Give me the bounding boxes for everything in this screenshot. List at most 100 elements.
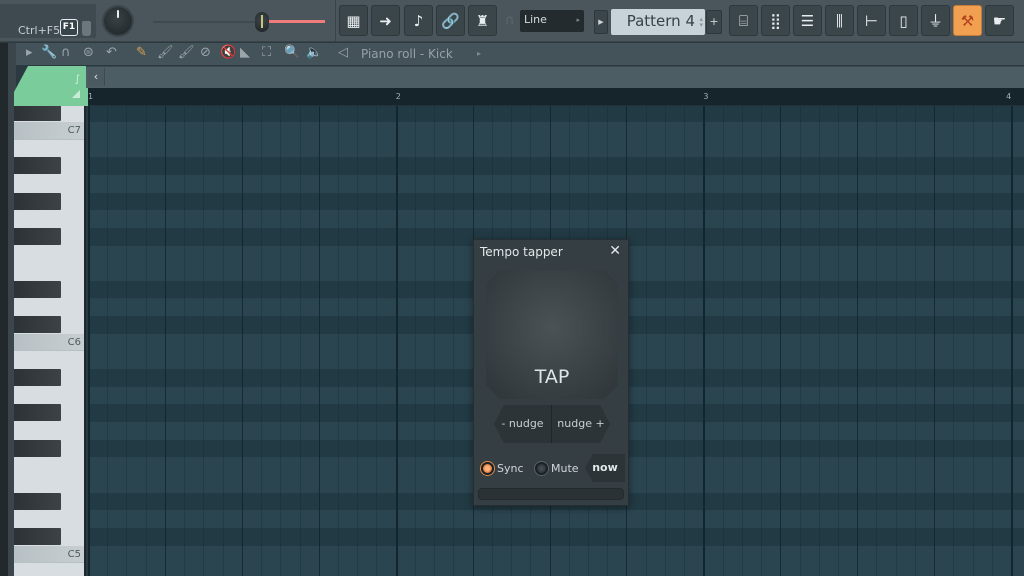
undo-icon[interactable]: ↶ — [106, 45, 117, 60]
tempo-tapper-dialog: Tempo tapper ✕ TAP - nudge nudge + Sync … — [473, 239, 629, 506]
step-icon: ♪ — [413, 11, 424, 30]
window-edge — [0, 43, 8, 576]
mixer-button[interactable]: ⫼ — [825, 5, 854, 36]
step-line — [664, 106, 666, 576]
slice-icon[interactable]: ◣ — [240, 45, 250, 60]
master-pitch-slider[interactable] — [153, 12, 325, 32]
snap-select[interactable]: Line ▸ — [520, 10, 584, 32]
step-button[interactable]: ♪ — [404, 5, 433, 36]
nudge-group: - nudge nudge + — [494, 405, 610, 443]
step-line — [414, 106, 416, 576]
pattern-name: Pattern 4 — [626, 12, 695, 30]
nudge-plus-button[interactable]: nudge + — [552, 405, 610, 443]
black-key[interactable] — [14, 227, 61, 245]
piano-roll-button[interactable]: ▦ — [339, 5, 368, 36]
tempo-tapper-icon: ⚒ — [960, 11, 975, 30]
plugin-plug-button[interactable]: ⏚ — [921, 5, 950, 36]
document-button[interactable]: ▯ — [889, 5, 918, 36]
mute-radio[interactable] — [535, 462, 548, 475]
step-line — [684, 106, 686, 576]
beat-line — [164, 106, 166, 576]
black-key[interactable] — [14, 492, 61, 510]
link-button[interactable]: 🔗 — [436, 5, 465, 36]
mute-icon[interactable]: 🔇 — [220, 45, 236, 60]
timeline-ruler[interactable]: 1 2 3 4 — [86, 88, 1024, 106]
pattern-selector[interactable]: Pattern 4 ▴ ▾ — [611, 9, 705, 35]
snap-magnet-icon: ∩ — [505, 13, 515, 28]
black-key[interactable] — [14, 439, 61, 457]
wrench-icon[interactable]: 🔧 — [41, 45, 57, 60]
step-line — [761, 106, 763, 576]
select-icon[interactable]: ⛶ — [262, 45, 271, 60]
grid-row — [88, 527, 1024, 546]
bar-line — [88, 106, 90, 576]
black-key[interactable] — [14, 527, 61, 545]
black-key[interactable] — [14, 157, 61, 175]
grid-row — [88, 139, 1024, 158]
black-key[interactable] — [14, 316, 61, 334]
black-key[interactable] — [14, 404, 61, 422]
beat-line — [241, 106, 243, 576]
beat-line — [934, 106, 936, 576]
pitch-handle[interactable] — [255, 12, 269, 32]
arrow-right-icon: ➜ — [379, 11, 392, 30]
metronome-hat-button[interactable]: ♜ — [468, 5, 497, 36]
main-toolbar: Ctrl+F5 F1 ▦ ➜ ♪ 🔗 ♜ ∩ Line ▸ ▶ Pattern 4 ▴ ▾… — [0, 0, 1024, 42]
browser-tree-button[interactable]: ⊢ — [857, 5, 886, 36]
piano-keyboard[interactable]: C7 C6 C5 — [14, 106, 86, 576]
tap-label: TAP — [534, 366, 570, 388]
ruler-bar-label: 3 — [703, 92, 709, 101]
channel-color-tab[interactable]: ∫ — [14, 66, 86, 106]
black-key[interactable] — [14, 192, 61, 210]
mixer-list-button[interactable]: ☰ — [793, 5, 822, 36]
step-line — [184, 106, 186, 576]
pencil-icon[interactable]: ✎ — [136, 45, 147, 60]
close-icon[interactable]: ✕ — [609, 243, 621, 259]
snap-select-value: Line — [524, 13, 547, 26]
black-key[interactable] — [14, 106, 61, 122]
paint-brush-alt-icon[interactable]: 🖌 — [178, 45, 195, 60]
beat-line — [780, 106, 782, 576]
piano-roll-icon: ▦ — [346, 11, 361, 30]
piano-roll-title[interactable]: Piano roll - Kick — [361, 47, 453, 61]
sync-label: Sync — [497, 462, 524, 475]
bar-line — [1011, 106, 1014, 576]
document-icon: ▯ — [899, 11, 908, 30]
playback-icon[interactable]: 🔈 — [306, 45, 322, 60]
step-line — [818, 106, 820, 576]
grid-row — [88, 174, 1024, 193]
black-key[interactable] — [14, 280, 61, 298]
sync-radio[interactable] — [481, 462, 494, 475]
paint-brush-icon[interactable]: 🖌 — [157, 45, 174, 60]
menu-arrow-icon[interactable]: ▸ — [26, 45, 33, 60]
playlist-button[interactable]: ⌸ — [729, 5, 758, 36]
step-line — [914, 106, 916, 576]
key-label: C5 — [67, 548, 81, 560]
nudge-minus-button[interactable]: - nudge — [494, 405, 552, 443]
step-line — [261, 106, 263, 576]
snap-circle-icon[interactable]: ⊜ — [83, 45, 94, 60]
collapse-button[interactable]: ‹ — [88, 68, 105, 86]
arrow-right-button[interactable]: ➜ — [371, 5, 400, 36]
tempo-tapper-button[interactable]: ⚒ — [953, 5, 982, 36]
ruler-bar-label: 4 — [1006, 92, 1012, 101]
touch-hand-icon: ☛ — [992, 11, 1007, 30]
magnet-icon[interactable]: ∩ — [61, 45, 71, 60]
delete-icon[interactable]: ⊘ — [200, 45, 211, 60]
tap-pad-button[interactable]: TAP — [486, 270, 618, 399]
pattern-menu-button[interactable]: ▶ — [594, 10, 608, 34]
step-line — [357, 106, 359, 576]
help-key-badge[interactable]: F1 — [60, 19, 78, 36]
pattern-spinner-icon[interactable]: ▴ ▾ — [699, 16, 703, 29]
now-button[interactable]: now — [585, 454, 625, 482]
step-line — [895, 106, 897, 576]
ruler-bar-label: 1 — [88, 92, 94, 101]
black-key[interactable] — [14, 369, 61, 387]
master-volume-knob[interactable] — [104, 7, 132, 35]
channel-rack-button[interactable]: ⣿ — [761, 5, 790, 36]
zoom-icon[interactable]: 🔍 — [284, 45, 300, 60]
add-pattern-button[interactable]: + — [706, 10, 722, 34]
touch-hand-button[interactable]: ☛ — [985, 5, 1014, 36]
hint-shortcut-text: Ctrl+F5 — [18, 24, 61, 37]
speaker-icon[interactable]: ◁ — [338, 45, 348, 60]
